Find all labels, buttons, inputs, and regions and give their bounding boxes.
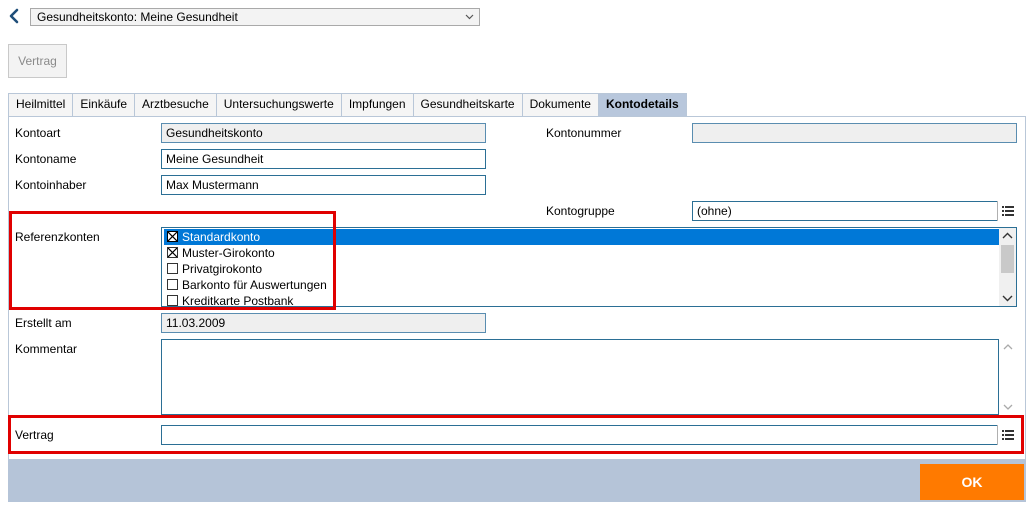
tab-arztbesuche[interactable]: Arztbesuche	[134, 93, 217, 116]
tab-impfungen[interactable]: Impfungen	[340, 93, 414, 116]
kontoart-field: Gesundheitskonto	[161, 123, 486, 143]
scroll-up-icon[interactable]	[999, 339, 1017, 355]
kontoinhaber-label: Kontoinhaber	[15, 178, 87, 192]
footer-bar	[8, 460, 1026, 502]
highlight-box-vertrag	[8, 415, 1024, 454]
tab-dokumente[interactable]: Dokumente	[521, 93, 599, 116]
tab-bar: Heilmittel Einkäufe Arztbesuche Untersuc…	[8, 93, 687, 116]
kontoname-label: Kontoname	[15, 152, 77, 166]
kommentar-textarea[interactable]	[161, 339, 999, 415]
tab-untersuchungswerte[interactable]: Untersuchungswerte	[215, 93, 342, 116]
kontogruppe-field[interactable]: (ohne)	[692, 201, 998, 221]
kontonummer-label: Kontonummer	[546, 126, 622, 140]
scroll-down-icon[interactable]	[999, 290, 1016, 306]
kontoart-label: Kontoart	[15, 126, 61, 140]
scroll-thumb[interactable]	[1001, 245, 1014, 273]
list-picker-icon[interactable]	[997, 201, 1017, 221]
erstellt-label: Erstellt am	[15, 316, 72, 330]
kontoinhaber-field[interactable]: Max Mustermann	[161, 175, 486, 195]
kontoname-field[interactable]: Meine Gesundheit	[161, 149, 486, 169]
tab-heilmittel[interactable]: Heilmittel	[8, 93, 74, 116]
back-icon[interactable]	[6, 7, 22, 25]
tab-einkaeufe[interactable]: Einkäufe	[72, 93, 136, 116]
tab-kontodetails[interactable]: Kontodetails	[597, 93, 687, 116]
erstellt-field: 11.03.2009	[161, 313, 486, 333]
vertrag-button[interactable]: Vertrag	[8, 44, 67, 78]
kontogruppe-label: Kontogruppe	[546, 204, 615, 218]
account-select-value: Gesundheitskonto: Meine Gesundheit	[37, 10, 238, 24]
scroll-up-icon[interactable]	[999, 228, 1016, 244]
comment-scrollbar[interactable]	[999, 339, 1017, 415]
highlight-box-referenzkonten	[9, 211, 336, 310]
kommentar-label: Kommentar	[15, 342, 78, 356]
ok-button[interactable]: OK	[920, 464, 1024, 500]
tab-gesundheitskarte[interactable]: Gesundheitskarte	[412, 93, 523, 116]
list-scrollbar[interactable]	[999, 228, 1016, 306]
chevron-down-icon	[465, 10, 474, 24]
scroll-down-icon[interactable]	[999, 399, 1017, 415]
kontonummer-field	[692, 123, 1017, 143]
account-select[interactable]: Gesundheitskonto: Meine Gesundheit	[30, 8, 480, 26]
